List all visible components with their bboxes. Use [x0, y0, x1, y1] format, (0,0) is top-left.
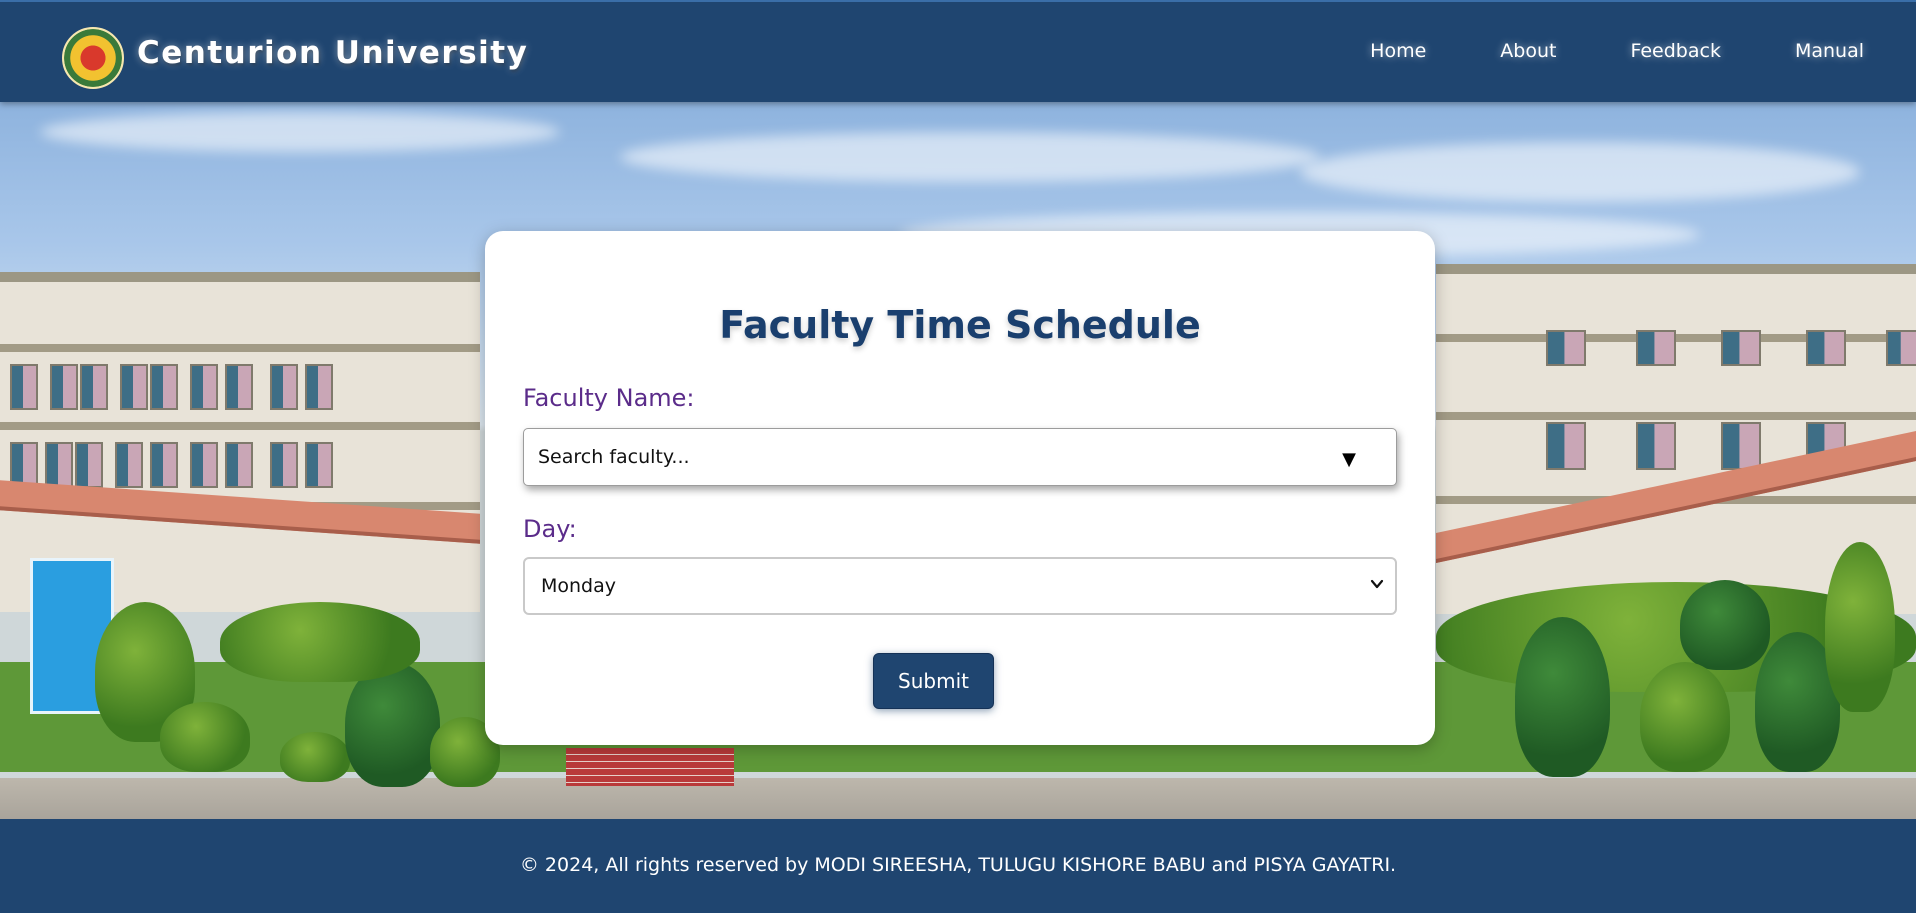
- day-select[interactable]: Monday: [523, 557, 1397, 615]
- nav-manual-link[interactable]: Manual: [1795, 40, 1864, 62]
- site-header: Centurion University Home About Feedback…: [0, 0, 1916, 102]
- chevron-down-icon: [1370, 579, 1384, 589]
- main-nav: Home About Feedback Manual: [1296, 40, 1864, 62]
- nav-about-link[interactable]: About: [1500, 40, 1556, 62]
- road: [0, 778, 1916, 819]
- day-select-value: Monday: [541, 575, 617, 597]
- submit-button[interactable]: Submit: [873, 653, 994, 709]
- day-label: Day:: [523, 515, 577, 543]
- copyright-text: © 2024, All rights reserved by MODI SIRE…: [519, 854, 1397, 876]
- university-logo[interactable]: [62, 27, 124, 89]
- shrub: [1515, 617, 1610, 777]
- hedge: [220, 602, 420, 682]
- cloud: [40, 112, 560, 152]
- shrub: [1680, 580, 1770, 670]
- triangle-down-icon[interactable]: ▼: [1342, 449, 1356, 470]
- form-title: Faculty Time Schedule: [719, 303, 1201, 347]
- nav-home-link[interactable]: Home: [1370, 40, 1426, 62]
- site-footer: © 2024, All rights reserved by MODI SIRE…: [0, 819, 1916, 913]
- faculty-search-dropdown[interactable]: Search faculty... ▼: [523, 428, 1397, 486]
- nav-feedback-link[interactable]: Feedback: [1630, 40, 1720, 62]
- cloud: [1300, 142, 1860, 202]
- page: Centurion University Home About Feedback…: [0, 0, 1916, 913]
- shrub: [1640, 662, 1730, 772]
- shrub: [160, 702, 250, 772]
- brick-planter: [566, 748, 734, 786]
- shrub: [280, 732, 350, 782]
- faculty-search-placeholder: Search faculty...: [538, 446, 690, 468]
- schedule-form-card: Faculty Time Schedule Faculty Name: Sear…: [485, 231, 1435, 745]
- brand-name[interactable]: Centurion University: [137, 35, 528, 71]
- cloud: [620, 132, 1320, 182]
- faculty-name-label: Faculty Name:: [523, 384, 695, 412]
- tree: [1825, 542, 1895, 712]
